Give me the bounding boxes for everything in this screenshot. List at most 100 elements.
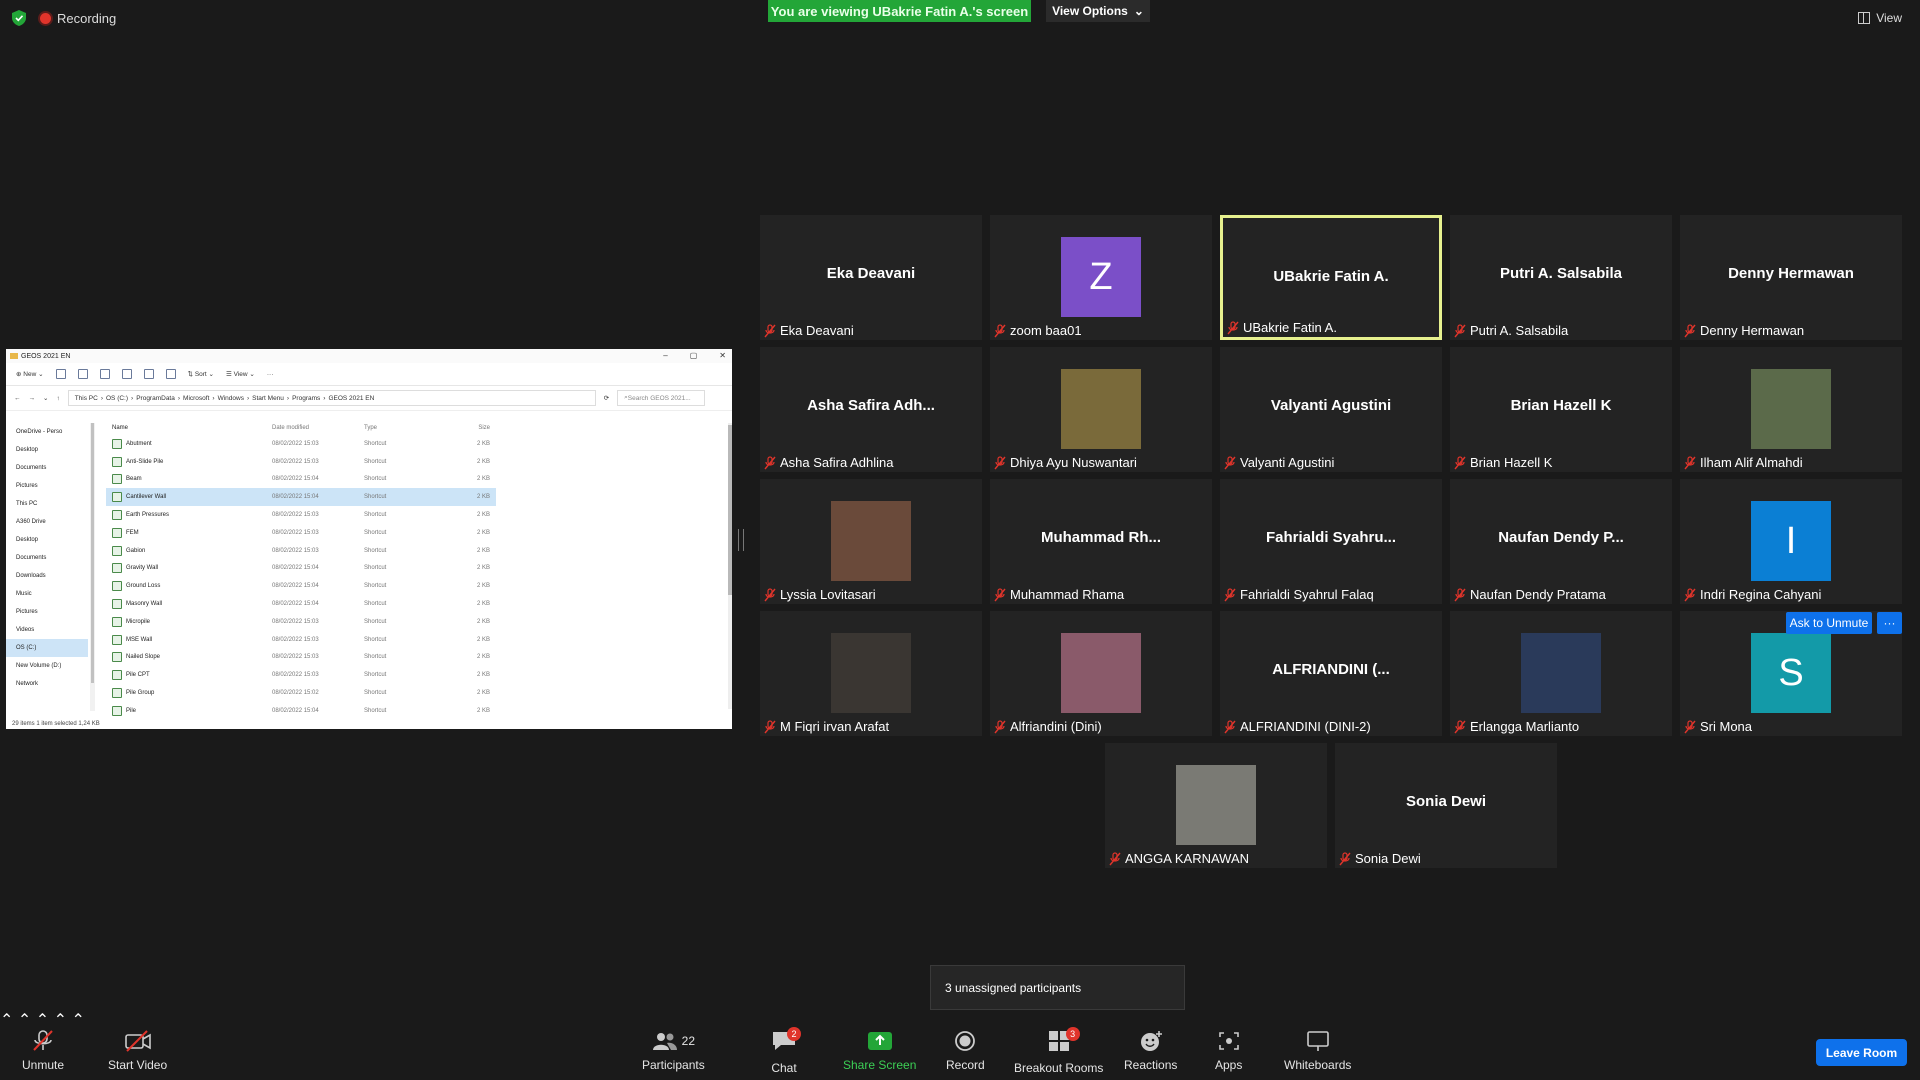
cut-icon[interactable]	[55, 369, 66, 379]
file-list-scrollbar[interactable]	[728, 423, 732, 709]
participant-tile[interactable]: Denny Hermawan Denny Hermawan	[1680, 215, 1902, 340]
breadcrumb-item[interactable]: Microsoft	[183, 395, 209, 402]
nav-item[interactable]: Documents	[6, 549, 88, 567]
video-options-chevron-icon[interactable]: ⌃	[18, 1012, 31, 1029]
recent-icon[interactable]: ⌄	[43, 394, 48, 402]
whiteboard-options-chevron-icon[interactable]: ⌃	[71, 1012, 84, 1029]
participant-tile[interactable]: Muhammad Rh... Muhammad Rhama	[990, 479, 1212, 604]
file-row[interactable]: FEM 08/02/2022 15:03 Shortcut 2 KB	[106, 524, 496, 542]
nav-item[interactable]: Documents	[6, 459, 88, 477]
audio-options-chevron-icon[interactable]: ⌃	[0, 1012, 13, 1029]
chat-options-chevron-icon[interactable]: ⌃	[36, 1012, 49, 1029]
leave-room-button[interactable]: Leave Room	[1816, 1039, 1907, 1066]
participant-tile[interactable]: Alfriandini (Dini)	[990, 611, 1212, 736]
rename-icon[interactable]	[121, 369, 132, 379]
file-row[interactable]: MSE Wall 08/02/2022 15:03 Shortcut 2 KB	[106, 631, 496, 649]
participant-tile[interactable]: Asha Safira Adh... Asha Safira Adhlina	[760, 347, 982, 472]
reactions-button[interactable]: Reactions	[1124, 1030, 1177, 1072]
file-row[interactable]: Gabion 08/02/2022 15:03 Shortcut 2 KB	[106, 542, 496, 560]
file-row[interactable]: Masonry Wall 08/02/2022 15:04 Shortcut 2 KB	[106, 595, 496, 613]
file-row[interactable]: Anti-Slide Pile 08/02/2022 15:03 Shortcut 2…	[106, 453, 496, 471]
back-icon[interactable]: ←	[14, 395, 21, 402]
breadcrumb-item[interactable]: Windows	[218, 395, 244, 402]
participants-button[interactable]: 22 Participants	[642, 1030, 705, 1072]
view-button[interactable]: View	[1858, 11, 1902, 25]
record-button[interactable]: Record	[946, 1030, 985, 1072]
address-bar[interactable]: This PC › OS (C:) › ProgramData › Microsoft…	[67, 390, 596, 406]
participant-more-button[interactable]: ···	[1877, 612, 1902, 634]
shield-icon[interactable]	[12, 10, 26, 26]
participant-tile[interactable]: Lyssia Lovitasari	[760, 479, 982, 604]
view-options-button[interactable]: View Options ⌄	[1046, 0, 1150, 22]
file-row[interactable]: Earth Pressures 08/02/2022 15:03 Shortcut 2…	[106, 506, 496, 524]
breadcrumb-item[interactable]: Programs	[292, 395, 320, 402]
file-row[interactable]: Nailed Slope 08/02/2022 15:03 Shortcut 2 KB	[106, 649, 496, 667]
participant-tile[interactable]: UBakrie Fatin A. UBakrie Fatin A.	[1220, 215, 1442, 340]
nav-item[interactable]: OS (C:)	[6, 639, 88, 657]
column-header[interactable]: Size	[442, 425, 490, 431]
start-video-button[interactable]: Start Video	[108, 1030, 167, 1072]
nav-item[interactable]: Pictures	[6, 477, 88, 495]
new-button[interactable]: ⊕ New ⌄	[16, 370, 44, 378]
participant-tile[interactable]: Eka Deavani Eka Deavani	[760, 215, 982, 340]
nav-item[interactable]: New Volume (D:)	[6, 657, 88, 675]
file-row[interactable]: Pile Group 08/02/2022 15:02 Shortcut 2 KB	[106, 684, 496, 702]
breadcrumb-item[interactable]: GEOS 2021 EN	[328, 395, 374, 402]
participant-tile[interactable]: Brian Hazell K Brian Hazell K	[1450, 347, 1672, 472]
nav-item[interactable]: Network	[6, 675, 88, 693]
participant-tile[interactable]: Valyanti Agustini Valyanti Agustini	[1220, 347, 1442, 472]
participant-tile[interactable]: Fahrialdi Syahru... Fahrialdi Syahrul Fal…	[1220, 479, 1442, 604]
nav-item[interactable]: This PC	[6, 495, 88, 513]
share-screen-button[interactable]: Share Screen	[843, 1030, 916, 1072]
shared-screen[interactable]: GEOS 2021 EN – ▢ ✕ ⊕ New ⌄ ⇅ Sort ⌄ ☰ Vi…	[6, 349, 732, 729]
participant-tile[interactable]: Putri A. Salsabila Putri A. Salsabila	[1450, 215, 1672, 340]
up-icon[interactable]: ↑	[56, 395, 59, 402]
participant-tile[interactable]: Dhiya Ayu Nuswantari	[990, 347, 1212, 472]
nav-item[interactable]: Downloads	[6, 567, 88, 585]
participant-tile[interactable]: Sonia Dewi Sonia Dewi	[1335, 743, 1557, 868]
breadcrumb-item[interactable]: OS (C:)	[106, 395, 128, 402]
file-row[interactable]: Gravity Wall 08/02/2022 15:04 Shortcut 2 KB	[106, 560, 496, 578]
recording-indicator[interactable]: Recording	[40, 11, 116, 26]
participant-tile[interactable]: M Fiqri irvan Arafat	[760, 611, 982, 736]
nav-item[interactable]: Desktop	[6, 441, 88, 459]
nav-scrollbar[interactable]	[90, 423, 95, 711]
share-icon[interactable]	[143, 369, 154, 379]
close-icon[interactable]: ✕	[719, 351, 726, 360]
participant-tile[interactable]: ANGGA KARNAWAN	[1105, 743, 1327, 868]
file-row[interactable]: Ground Loss 08/02/2022 15:04 Shortcut 2 KB	[106, 577, 496, 595]
breadcrumb-item[interactable]: This PC	[75, 395, 98, 402]
copy-icon[interactable]	[77, 369, 88, 379]
more-icon[interactable]: ···	[267, 371, 274, 378]
participant-tile[interactable]: Zzoom baa01	[990, 215, 1212, 340]
column-header[interactable]: Name	[106, 425, 272, 431]
breakout-rooms-button[interactable]: 3 Breakout Rooms	[1014, 1027, 1103, 1075]
nav-item[interactable]: Pictures	[6, 603, 88, 621]
forward-icon[interactable]: →	[29, 395, 36, 402]
breadcrumb-item[interactable]: Start Menu	[252, 395, 284, 402]
apps-button[interactable]: Apps	[1215, 1030, 1242, 1072]
nav-item[interactable]: A360 Drive	[6, 513, 88, 531]
explorer-search-input[interactable]: ⌕ Search GEOS 2021...	[617, 390, 706, 406]
share-options-chevron-icon[interactable]: ⌃	[54, 1012, 67, 1029]
column-header[interactable]: Date modified	[272, 425, 364, 431]
split-view-handle[interactable]	[738, 529, 744, 551]
ask-to-unmute-button[interactable]: Ask to Unmute	[1786, 612, 1872, 634]
refresh-icon[interactable]: ⟳	[604, 394, 609, 402]
maximize-icon[interactable]: ▢	[690, 351, 698, 360]
breadcrumb-item[interactable]: ProgramData	[136, 395, 175, 402]
unmute-button[interactable]: Unmute	[22, 1030, 64, 1072]
participant-tile[interactable]: Erlangga Marlianto	[1450, 611, 1672, 736]
view-menu-button[interactable]: ☰ View ⌄	[226, 370, 255, 378]
file-row[interactable]: Pile CPT 08/02/2022 15:03 Shortcut 2 KB	[106, 666, 496, 684]
file-row[interactable]: Cantilever Wall 08/02/2022 15:04 Shortcut 2…	[106, 488, 496, 507]
sort-button[interactable]: ⇅ Sort ⌄	[188, 370, 214, 378]
participant-tile[interactable]: Naufan Dendy P... Naufan Dendy Pratama	[1450, 479, 1672, 604]
participant-tile[interactable]: Ilham Alif Almahdi	[1680, 347, 1902, 472]
paste-icon[interactable]	[99, 369, 110, 379]
nav-item[interactable]: OneDrive - Perso	[6, 423, 88, 441]
nav-item[interactable]: Videos	[6, 621, 88, 639]
nav-item[interactable]: Desktop	[6, 531, 88, 549]
file-row[interactable]: Beam 08/02/2022 15:04 Shortcut 2 KB	[106, 471, 496, 489]
file-row[interactable]: Pile 08/02/2022 15:04 Shortcut 2 KB	[106, 702, 496, 720]
